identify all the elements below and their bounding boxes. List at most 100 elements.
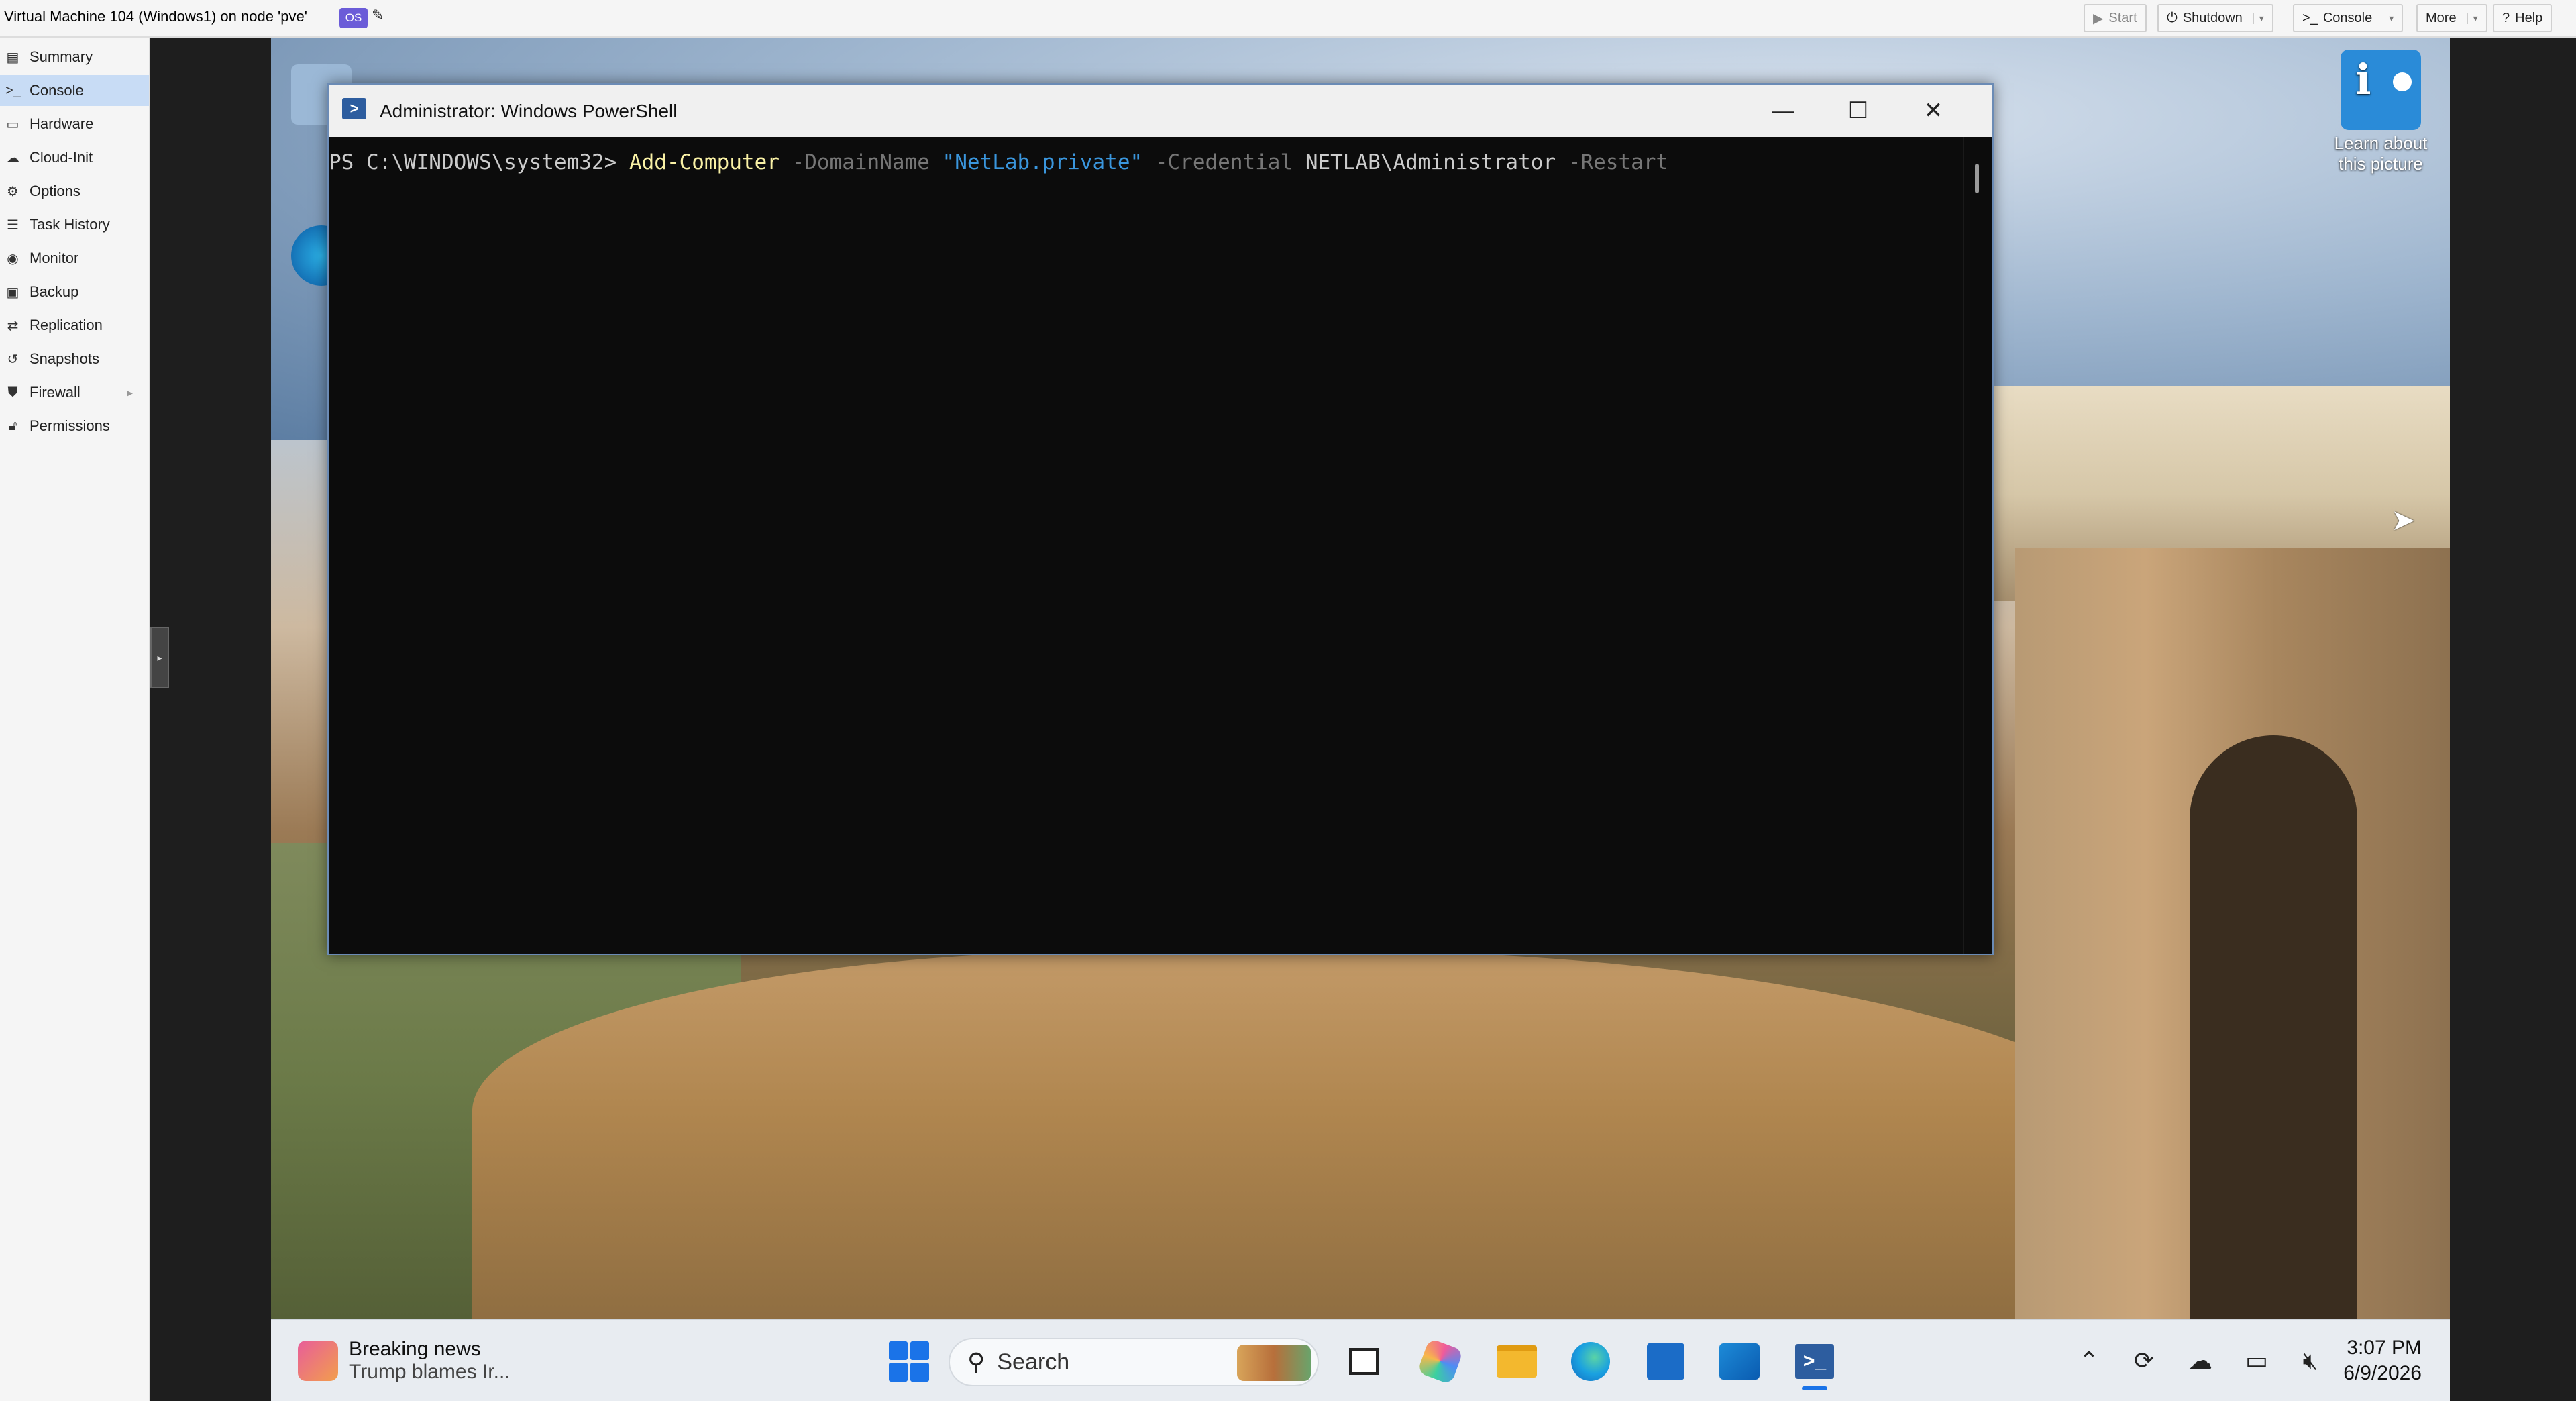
help-button-label: Help — [2515, 10, 2543, 25]
terminal-icon: >_ — [5, 83, 21, 98]
vm-title: Virtual Machine 104 (Windows1) on node '… — [4, 8, 307, 25]
sidebar-item-options[interactable]: ⚙ Options — [0, 176, 149, 207]
novnc-sidebar-toggle[interactable]: ▸ — [150, 627, 169, 688]
close-button[interactable]: ✕ — [1896, 91, 1971, 130]
powershell-icon: >_ — [1795, 1344, 1834, 1379]
unlock-icon: 🔓︎ — [8, 418, 17, 433]
outlook-button[interactable] — [1716, 1338, 1763, 1385]
sidebar-item-replication[interactable]: ⇄ Replication — [0, 310, 149, 341]
credential-value: NETLAB\Administrator — [1305, 150, 1556, 174]
cloud-offline-icon[interactable]: ☁ — [2180, 1341, 2220, 1381]
news-text: Breaking news Trump blames Ir... — [349, 1338, 511, 1384]
task-view-button[interactable] — [1340, 1338, 1387, 1385]
sidebar-item-monitor[interactable]: ◉ Monitor — [0, 243, 149, 274]
start-button-label: Start — [2108, 10, 2137, 25]
windows-logo-icon — [889, 1341, 929, 1382]
shield-icon: ⛊ — [7, 384, 18, 400]
floppy-icon: ▣ — [6, 284, 19, 300]
outlook-icon — [1719, 1343, 1760, 1380]
network-icon[interactable]: ▭ — [2237, 1341, 2277, 1381]
store-button[interactable] — [1642, 1338, 1689, 1385]
info-icon: i — [2341, 50, 2421, 130]
powershell-window[interactable]: > Administrator: Windows PowerShell — ☐ … — [327, 83, 1994, 955]
console-button-label: Console — [2322, 10, 2373, 25]
sidebar-item-label: Monitor — [30, 250, 79, 266]
file-explorer-button[interactable] — [1493, 1338, 1540, 1385]
param-restart: -Restart — [1556, 150, 1669, 174]
task-view-icon — [1349, 1348, 1379, 1375]
param-credential: -Credential — [1142, 150, 1305, 174]
book-icon: ▤ — [6, 50, 19, 65]
learn-about-picture-shortcut[interactable]: i Learn about this picture — [2310, 50, 2450, 174]
sidebar-item-label: Task History — [30, 216, 110, 233]
search-highlight-image — [1237, 1345, 1311, 1381]
chevron-right-icon[interactable]: ▸ — [127, 386, 133, 400]
mouse-pointer-icon: ➤ — [2391, 504, 2416, 537]
sidebar-item-hardware[interactable]: ▭ Hardware — [0, 109, 149, 140]
sidebar-item-label: Snapshots — [30, 350, 99, 367]
search-icon: ⚲ — [967, 1348, 985, 1376]
taskbar-search[interactable]: ⚲ Search — [949, 1338, 1319, 1386]
sidebar-item-firewall[interactable]: ⛊ Firewall ▸ — [0, 377, 149, 408]
powershell-icon: > — [342, 98, 366, 119]
store-icon — [1647, 1343, 1684, 1380]
sidebar-item-summary[interactable]: ▤ Summary — [0, 42, 149, 72]
shutdown-button[interactable]: ⏻ Shutdown ▾ — [2157, 4, 2273, 32]
copilot-button[interactable] — [1417, 1338, 1464, 1385]
scrollbar-thumb[interactable] — [1975, 164, 1979, 193]
sidebar-item-cloud-init[interactable]: ☁ Cloud-Init — [0, 142, 149, 173]
sidebar-item-task-history[interactable]: ☰ Task History — [0, 209, 149, 240]
sidebar-item-snapshots[interactable]: ↺ Snapshots — [0, 344, 149, 374]
learn-icon-label-1: Learn about — [2334, 133, 2428, 153]
terminal-icon: >_ — [2302, 10, 2318, 25]
sidebar-item-backup[interactable]: ▣ Backup — [0, 276, 149, 307]
news-icon — [298, 1341, 338, 1381]
edge-icon — [1571, 1342, 1610, 1381]
powershell-titlebar[interactable]: > Administrator: Windows PowerShell — ☐ … — [329, 85, 1992, 137]
power-icon: ⏻ — [2167, 10, 2178, 25]
system-clock[interactable]: 3:07 PM 6/9/2026 — [2321, 1335, 2422, 1386]
more-button[interactable]: More ▾ — [2416, 4, 2487, 32]
show-hidden-icons-button[interactable]: ⌃ — [2069, 1341, 2109, 1381]
history-icon: ↺ — [7, 352, 19, 367]
sidebar-item-label: Permissions — [30, 417, 110, 434]
prompt-text: PS C:\WINDOWS\system32> — [329, 150, 629, 174]
window-title: Administrator: Windows PowerShell — [380, 101, 678, 121]
vertical-scrollbar[interactable] — [1963, 137, 1992, 954]
sidebar-item-console[interactable]: >_ Console — [0, 75, 149, 106]
os-tag-badge[interactable]: OS — [339, 8, 368, 28]
powershell-console-body[interactable]: PS C:\WINDOWS\system32> Add-Computer -Do… — [329, 137, 1963, 954]
sidebar-item-label: Console — [30, 82, 84, 99]
question-circle-icon: ? — [2502, 10, 2510, 25]
chevron-down-icon: ▾ — [2467, 12, 2478, 24]
search-label: Search — [997, 1349, 1070, 1375]
edit-tags-icon[interactable]: ✎ — [372, 7, 384, 24]
minimize-button[interactable]: — — [1746, 91, 1821, 130]
news-widget[interactable]: Breaking news Trump blames Ir... — [298, 1333, 511, 1389]
chevron-down-icon[interactable]: ▾ — [2253, 12, 2264, 24]
sidebar-item-label: Backup — [30, 283, 79, 300]
news-title: Breaking news — [349, 1338, 481, 1360]
powershell-taskbar-button[interactable]: >_ — [1791, 1338, 1838, 1390]
sync-icon[interactable]: ⟳ — [2124, 1341, 2164, 1381]
maximize-button[interactable]: ☐ — [1821, 91, 1896, 130]
start-menu-button[interactable] — [885, 1338, 932, 1385]
clock-date: 6/9/2026 — [2343, 1362, 2422, 1384]
console-button[interactable]: >_ Console ▾ — [2293, 4, 2404, 32]
retweet-icon: ⇄ — [7, 318, 19, 333]
sidebar-item-permissions[interactable]: 🔓︎ Permissions — [0, 411, 149, 442]
start-button[interactable]: ▶ Start — [2084, 4, 2147, 32]
play-icon: ▶ — [2093, 11, 2104, 26]
windows-taskbar: Breaking news Trump blames Ir... ⚲ Searc… — [271, 1319, 2450, 1401]
sidebar-item-label: Summary — [30, 48, 93, 65]
folder-icon — [1497, 1345, 1537, 1378]
sidebar-item-label: Cloud-Init — [30, 149, 93, 166]
help-button[interactable]: ? Help — [2493, 4, 2553, 32]
copilot-icon — [1417, 1338, 1464, 1385]
command-line: PS C:\WINDOWS\system32> Add-Computer -Do… — [329, 150, 1668, 174]
edge-button[interactable] — [1567, 1338, 1614, 1385]
cloud-icon: ☁ — [6, 150, 19, 166]
sidebar-item-label: Options — [30, 183, 80, 199]
wallpaper-cliff — [472, 950, 2149, 1319]
chevron-down-icon[interactable]: ▾ — [2383, 12, 2394, 24]
